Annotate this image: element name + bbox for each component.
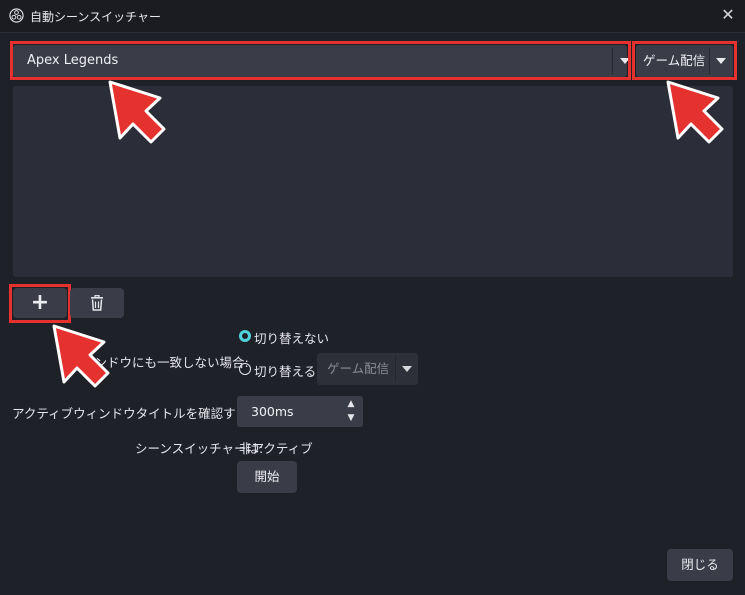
close-window-icon[interactable]: ✕: [717, 4, 739, 26]
delete-rule-button[interactable]: [70, 288, 124, 318]
window-title: 自動シーンスイッチャー: [30, 10, 162, 24]
chevron-down-icon[interactable]: ▼: [343, 412, 359, 425]
start-button[interactable]: 開始: [237, 461, 297, 493]
interval-value: 300ms: [251, 404, 294, 419]
highlight-box-add-button: [9, 284, 71, 323]
annotation-arrow-add-button: [52, 324, 110, 388]
obs-app-icon: [9, 8, 24, 23]
annotation-arrow-scene-combo: [666, 80, 724, 144]
close-button[interactable]: 閉じる: [667, 549, 733, 581]
radio-switch-to[interactable]: [239, 363, 251, 375]
no-match-scene-value: ゲーム配信: [327, 361, 390, 376]
radio-dont-switch[interactable]: [239, 330, 251, 342]
no-match-scene-combo[interactable]: ゲーム配信: [317, 353, 418, 385]
title-divider: [0, 32, 745, 33]
status-value: 非アクティブ: [239, 441, 313, 456]
highlight-box-scene-combo: [632, 41, 737, 80]
chevron-up-icon[interactable]: ▲: [343, 398, 359, 411]
combo-separator: [395, 356, 396, 382]
chevron-down-icon[interactable]: [402, 366, 412, 372]
highlight-box-window-combo: [10, 41, 631, 80]
radio-switch-to-label[interactable]: 切り替える:: [254, 361, 320, 380]
title-bar: 自動シーンスイッチャー ✕: [0, 0, 745, 32]
annotation-arrow-window-combo: [108, 80, 166, 144]
radio-dont-switch-label[interactable]: 切り替えない: [254, 328, 329, 347]
interval-spinbox[interactable]: 300ms ▲ ▼: [237, 396, 363, 427]
trash-icon: [91, 294, 103, 311]
